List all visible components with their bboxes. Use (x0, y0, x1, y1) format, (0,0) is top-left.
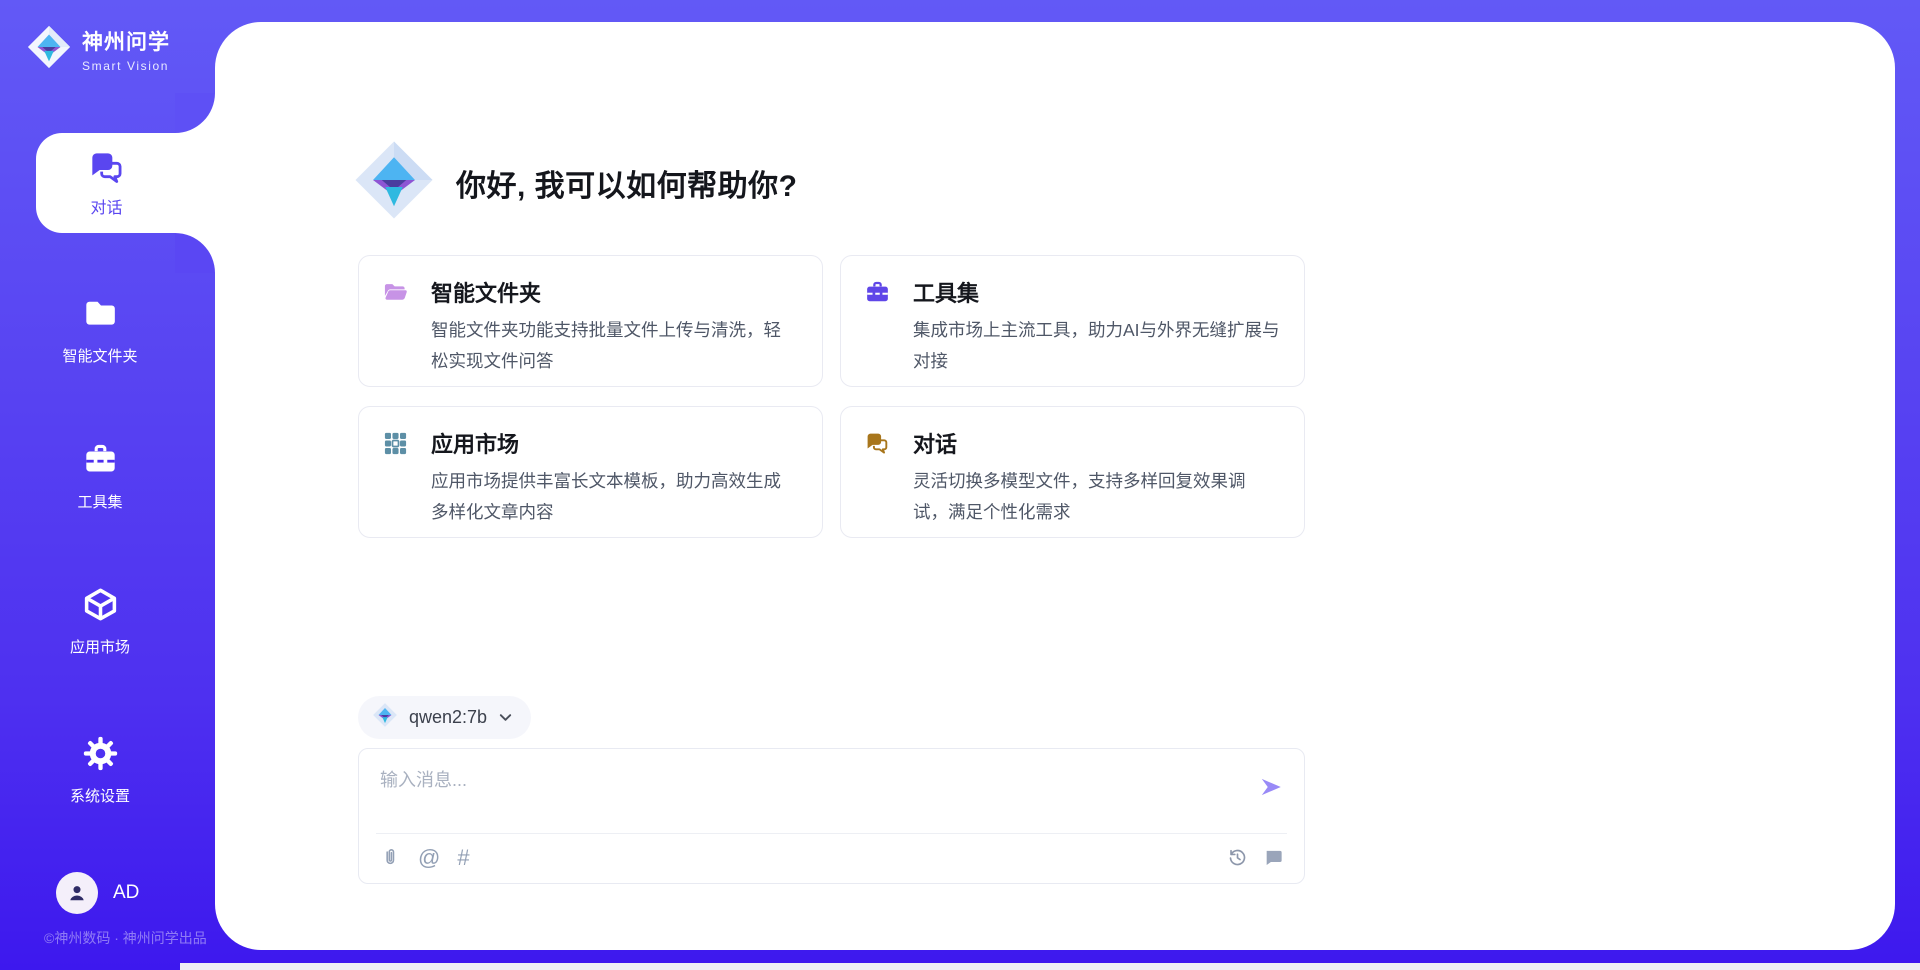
chevron-down-icon (498, 710, 513, 725)
sidebar-item-label: 系统设置 (0, 785, 200, 806)
sidebar-item-label: 对话 (90, 194, 122, 218)
user-initials: AD (113, 882, 139, 904)
sidebar-item-toolset[interactable]: 工具集 (0, 441, 200, 512)
avatar (56, 872, 98, 914)
at-icon[interactable]: @ (418, 847, 440, 868)
composer-tools-right (1227, 847, 1284, 868)
feature-card-app-market[interactable]: 应用市场 应用市场提供丰富长文本模板，助力高效生成多样化文章内容 (358, 406, 823, 538)
sidebar-item-label: 应用市场 (0, 636, 200, 657)
history-icon[interactable] (1227, 847, 1248, 868)
sidebar-item-settings[interactable]: 系统设置 (0, 735, 200, 806)
model-name: qwen2:7b (409, 707, 487, 728)
card-description: 应用市场提供丰富长文本模板，助力高效生成多样化文章内容 (431, 466, 798, 528)
gear-icon (82, 759, 119, 776)
sidebar-item-smart-folder[interactable]: 智能文件夹 (0, 295, 200, 366)
send-icon[interactable] (1257, 774, 1285, 802)
sidebar-item-chat[interactable]: 对话 (36, 133, 215, 233)
card-title: 智能文件夹 (431, 276, 798, 308)
feature-cards: 智能文件夹 智能文件夹功能支持批量文件上传与清洗，轻松实现文件问答 工具集 集成… (358, 255, 1305, 538)
composer-divider (376, 833, 1287, 834)
model-selector[interactable]: qwen2:7b (358, 696, 531, 739)
message-input[interactable] (359, 749, 1304, 819)
tab-connector-bottom (175, 233, 215, 273)
sidebar-item-app-market[interactable]: 应用市场 (0, 586, 200, 657)
comment-icon[interactable] (1263, 847, 1284, 868)
brand-name: 神州问学 (82, 26, 170, 56)
composer-tools-left: @ # (380, 847, 470, 868)
diamond-logo (372, 702, 398, 733)
card-title: 对话 (913, 427, 1280, 459)
feature-card-toolset[interactable]: 工具集 集成市场上主流工具，助力AI与外界无缝扩展与对接 (840, 255, 1305, 387)
greeting-title: 你好, 我可以如何帮助你? (456, 161, 798, 205)
message-composer: @ # (358, 748, 1305, 884)
card-description: 集成市场上主流工具，助力AI与外界无缝扩展与对接 (913, 315, 1280, 377)
feature-card-smart-folder[interactable]: 智能文件夹 智能文件夹功能支持批量文件上传与清洗，轻松实现文件问答 (358, 255, 823, 387)
brand-text: 神州问学 Smart Vision (82, 26, 170, 73)
card-description: 灵活切换多模型文件，支持多样回复效果调试，满足个性化需求 (913, 466, 1280, 528)
hash-icon[interactable]: # (457, 847, 469, 868)
sidebar: 神州问学 Smart Vision 对话 智能文件夹 (0, 0, 215, 970)
user-profile[interactable]: AD (56, 872, 139, 914)
card-title: 工具集 (913, 276, 1280, 308)
greeting: 你好, 我可以如何帮助你? (352, 138, 798, 227)
card-title: 应用市场 (431, 427, 798, 459)
feature-card-chat[interactable]: 对话 灵活切换多模型文件，支持多样回复效果调试，满足个性化需求 (840, 406, 1305, 538)
briefcase-icon (82, 465, 119, 482)
grid-icon (382, 427, 431, 462)
cube-icon (82, 610, 119, 627)
card-description: 智能文件夹功能支持批量文件上传与清洗，轻松实现文件问答 (431, 315, 798, 377)
paperclip-icon[interactable] (380, 847, 401, 868)
diamond-logo (352, 138, 436, 227)
brand: 神州问学 Smart Vision (26, 24, 170, 75)
folder-open-icon (382, 276, 431, 311)
briefcase-icon (864, 276, 913, 311)
chat-icon (864, 427, 913, 462)
tab-connector-top (175, 93, 215, 133)
diamond-logo (26, 24, 72, 75)
folder-icon (82, 319, 119, 336)
chat-icon (87, 148, 127, 188)
brand-subtitle: Smart Vision (82, 59, 170, 73)
horizontal-scrollbar[interactable] (180, 963, 1920, 970)
copyright: ©神州数码 · 神州问学出品 (30, 928, 230, 948)
sidebar-item-label: 工具集 (0, 491, 200, 512)
sidebar-item-label: 智能文件夹 (0, 345, 200, 366)
